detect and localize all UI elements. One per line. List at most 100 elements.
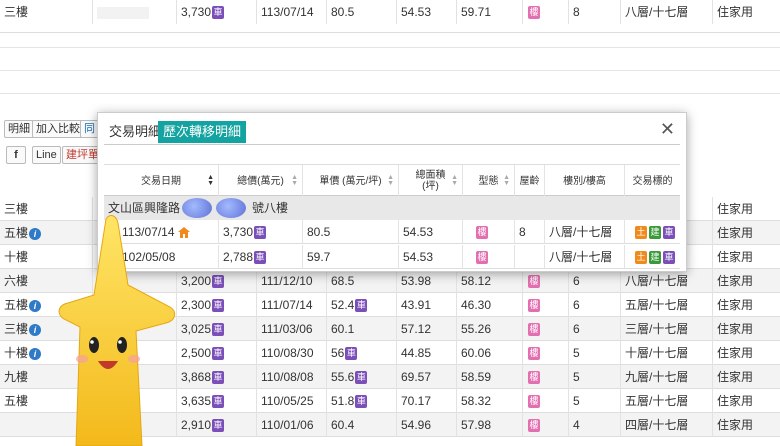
floors-cell: 八層/十七層 <box>620 269 712 293</box>
address-group-row: 文山區興隆路 號八樓 <box>104 196 680 220</box>
use-cell: 住家用 <box>712 317 780 341</box>
land-badge-icon: 土 <box>635 226 647 240</box>
floor-label: 五樓 <box>4 394 29 408</box>
header-floors[interactable]: 樓別/樓高 <box>544 165 624 197</box>
car-badge-icon: 車 <box>212 395 225 409</box>
sort-icon: ▲ ▼ <box>291 174 298 187</box>
type-cell: 樓 <box>522 365 568 389</box>
close-icon[interactable]: ✕ <box>660 119 675 139</box>
car-badge-icon: 車 <box>254 251 267 265</box>
transfer-history-modal: 交易明細 歷次轉移明細 ✕ 交易日期 ▲ ▼ 總價(萬元) ▲ ▼ 單價 (萬元/坪) ▲… <box>97 112 687 272</box>
add-compare-button[interactable]: 加入比較 <box>32 120 84 138</box>
tab-transfer-history[interactable]: 歷次轉移明細 <box>158 121 247 143</box>
total-value: 3,635 <box>181 394 212 408</box>
info-icon[interactable]: i <box>29 323 42 336</box>
detail-button[interactable]: 明細 <box>4 120 34 138</box>
area-cell: 54.53 <box>398 220 462 244</box>
header-unit[interactable]: 單價 (萬元/坪) ▲ ▼ <box>302 165 398 197</box>
unit-value: 52.4 <box>331 298 355 312</box>
area-cell: 70.17 <box>396 389 456 413</box>
floors-cell: 八層/十七層 <box>620 0 712 24</box>
main-cell: 58.59 <box>456 365 522 389</box>
car-badge-icon: 車 <box>355 371 368 385</box>
info-icon[interactable]: i <box>29 347 42 360</box>
floor-label: 三樓 <box>4 202 29 216</box>
modal-table-header: 交易日期 ▲ ▼ 總價(萬元) ▲ ▼ 單價 (萬元/坪) ▲ ▼ 總面積 (坪) ▲ ▼ 型態… <box>104 164 680 197</box>
car-badge-icon: 車 <box>345 347 358 361</box>
floor-label: 十樓 <box>4 346 29 360</box>
car-badge-icon: 車 <box>355 395 368 409</box>
line-share-button[interactable]: Line <box>32 146 61 164</box>
main-cell: 60.06 <box>456 341 522 365</box>
use-cell: 住家用 <box>712 0 780 24</box>
building-badge-icon: 樓 <box>528 347 540 361</box>
info-icon[interactable]: i <box>29 299 42 312</box>
unit-cell: 60.1 <box>326 317 396 341</box>
build-badge-icon: 建 <box>649 226 661 240</box>
area-cell: 69.57 <box>396 365 456 389</box>
main-cell: 58.12 <box>456 269 522 293</box>
type-cell: 樓 <box>522 293 568 317</box>
tab-transaction-detail[interactable]: 交易明細 <box>104 121 166 143</box>
floors-cell: 十層/十七層 <box>620 341 712 365</box>
history-row[interactable]: 113/07/14 3,730 車 80.5 54.53 樓 8 八層/十七層土建車 <box>104 220 680 244</box>
area-cell: 44.85 <box>396 341 456 365</box>
address-suffix: 號八樓 <box>252 201 289 215</box>
header-type[interactable]: 型態 ▲ ▼ <box>462 165 514 197</box>
header-area-label: 總面積 (坪) <box>415 170 446 192</box>
car-badge-icon: 車 <box>663 226 675 240</box>
use-cell: 住家用 <box>712 221 780 245</box>
age-cell <box>514 245 544 269</box>
main-cell: 55.26 <box>456 317 522 341</box>
use-cell: 住家用 <box>712 197 780 221</box>
car-badge-icon: 車 <box>254 226 267 240</box>
header-type-label: 型態 <box>478 175 499 187</box>
floor-label: 六樓 <box>4 274 29 288</box>
unit-cell: 59.7 <box>302 245 398 269</box>
use-cell: 住家用 <box>712 245 780 269</box>
header-date-label: 交易日期 <box>141 175 181 187</box>
area-cell: 54.96 <box>396 413 456 437</box>
facebook-share-icon[interactable]: f <box>6 146 26 164</box>
header-target[interactable]: 交易標的 <box>624 165 680 197</box>
main-cell: 57.98 <box>456 413 522 437</box>
area-cell: 43.91 <box>396 293 456 317</box>
floor-label: 五樓 <box>4 298 29 312</box>
main-cell: 46.30 <box>456 293 522 317</box>
total-cell: 3,635 車 <box>176 389 256 413</box>
date-cell: 111/12/10 <box>256 269 326 293</box>
floor-label: 十樓 <box>4 250 29 264</box>
history-row[interactable]: 102/05/08 2,788 車 59.7 54.53 樓八層/十七層土建車 <box>104 245 680 269</box>
header-date[interactable]: 交易日期 ▲ ▼ <box>104 165 218 197</box>
date-cell: 113/07/14 <box>256 0 326 24</box>
header-age[interactable]: 屋齡 <box>514 165 544 197</box>
total-value: 3,730 <box>181 5 212 19</box>
header-area[interactable]: 總面積 (坪) ▲ ▼ <box>398 165 462 197</box>
type-cell: 樓 <box>522 389 568 413</box>
use-cell: 住家用 <box>712 269 780 293</box>
date-cell: 111/03/06 <box>256 317 326 341</box>
total-value: 2,300 <box>181 298 212 312</box>
sort-icon: ▲ ▼ <box>387 174 394 187</box>
floor-label: 五樓 <box>4 226 29 240</box>
total-cell: 2,910 車 <box>176 413 256 437</box>
car-badge-icon: 車 <box>212 347 225 361</box>
age-cell: 6 <box>568 269 620 293</box>
floor-label: 九樓 <box>4 370 29 384</box>
total-value: 3,200 <box>181 274 212 288</box>
unit-cell-value: 59.7 <box>307 250 331 264</box>
header-total[interactable]: 總價(萬元) ▲ ▼ <box>218 165 302 197</box>
floors-cell-value: 八層/十七層 <box>549 250 613 264</box>
date-cell: 110/08/08 <box>256 365 326 389</box>
sort-icon: ▲ ▼ <box>503 174 510 187</box>
unit-value: 55.6 <box>331 370 355 384</box>
unit-cell: 60.4 <box>326 413 396 437</box>
use-cell: 住家用 <box>712 365 780 389</box>
total-value: 2,500 <box>181 346 212 360</box>
car-badge-icon: 車 <box>212 6 225 20</box>
unit-value: 60.4 <box>331 418 355 432</box>
car-badge-icon: 車 <box>212 419 225 433</box>
building-badge-icon: 樓 <box>528 6 540 20</box>
info-icon[interactable]: i <box>29 227 42 240</box>
age-cell-value: 8 <box>519 225 526 239</box>
